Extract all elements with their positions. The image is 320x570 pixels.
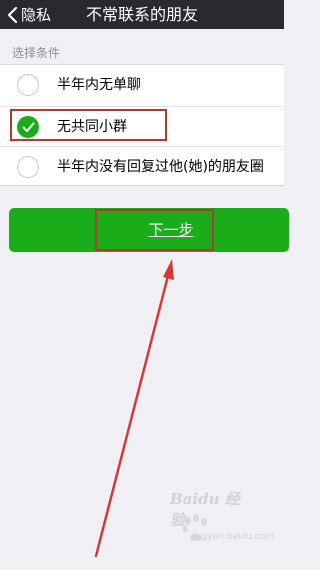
annotation-arrow-icon bbox=[94, 259, 174, 558]
watermark-sub: jingyan.baidu.com bbox=[190, 532, 274, 542]
baidu-watermark: Baidu 经验 jingyan.baidu.com bbox=[170, 490, 280, 552]
watermark-text: Baidu 经验 bbox=[170, 490, 240, 529]
